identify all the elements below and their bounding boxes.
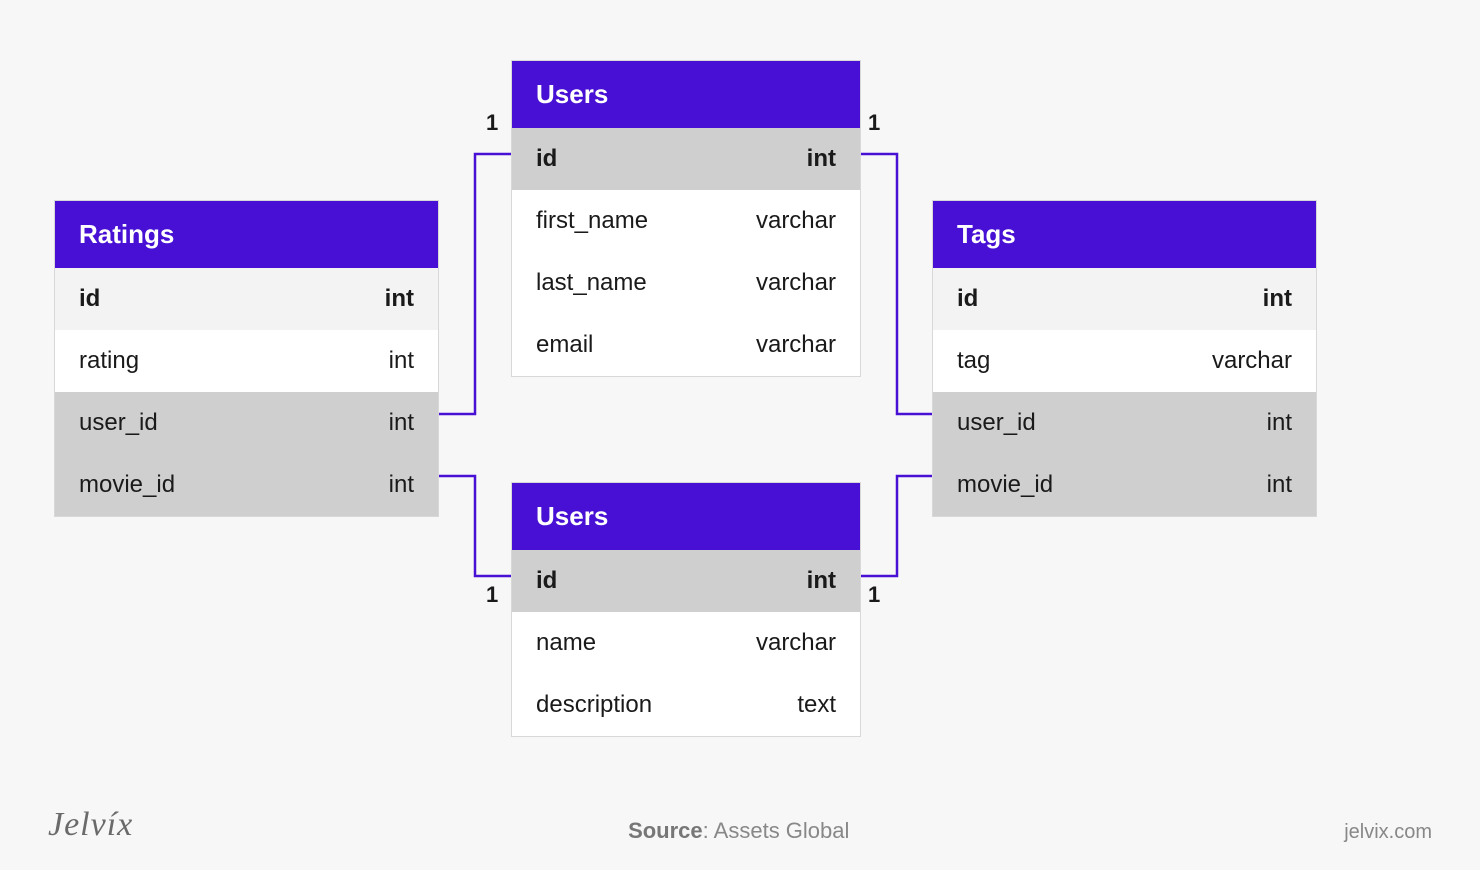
- column-type: int: [1267, 471, 1292, 499]
- table-header-tags: Tags: [933, 201, 1316, 268]
- table-row: id int: [55, 268, 438, 330]
- column-name: first_name: [536, 207, 648, 235]
- column-name: user_id: [79, 409, 158, 437]
- column-name: movie_id: [957, 471, 1053, 499]
- column-name: rating: [79, 347, 139, 375]
- jelvix-logo: Jelvíx: [48, 806, 133, 844]
- table-header-ratings: Ratings: [55, 201, 438, 268]
- table-row: description text: [512, 674, 860, 736]
- column-name: tag: [957, 347, 990, 375]
- table-header-users-top: Users: [512, 61, 860, 128]
- column-type: varchar: [756, 269, 836, 297]
- table-row: rating int: [55, 330, 438, 392]
- column-name: id: [536, 567, 557, 595]
- table-users-bottom: Users id int name varchar description te…: [511, 482, 861, 737]
- site-url: jelvix.com: [1344, 821, 1432, 844]
- column-type: int: [389, 409, 414, 437]
- column-type: int: [1263, 285, 1292, 313]
- table-row: id int: [512, 128, 860, 190]
- table-header-users-bottom: Users: [512, 483, 860, 550]
- source-label: Source: [628, 818, 703, 843]
- cardinality-1a: 1: [486, 110, 498, 136]
- column-type: int: [389, 347, 414, 375]
- table-row: movie_id int: [933, 454, 1316, 516]
- column-type: text: [797, 691, 836, 719]
- source-credit: Source: Assets Global: [133, 818, 1344, 844]
- table-row: first_name varchar: [512, 190, 860, 252]
- cardinality-1c: 1: [486, 582, 498, 608]
- table-row: name varchar: [512, 612, 860, 674]
- column-type: int: [807, 567, 836, 595]
- column-name: user_id: [957, 409, 1036, 437]
- source-value: Assets Global: [714, 818, 850, 843]
- column-type: varchar: [756, 331, 836, 359]
- column-type: varchar: [1212, 347, 1292, 375]
- footer: Jelvíx Source: Assets Global jelvix.com: [0, 806, 1480, 844]
- table-tags: Tags id int tag varchar user_id int movi…: [932, 200, 1317, 517]
- column-name: id: [79, 285, 100, 313]
- column-name: email: [536, 331, 593, 359]
- table-row: last_name varchar: [512, 252, 860, 314]
- table-row: id int: [512, 550, 860, 612]
- table-row: tag varchar: [933, 330, 1316, 392]
- column-type: varchar: [756, 207, 836, 235]
- column-type: int: [385, 285, 414, 313]
- table-ratings: Ratings id int rating int user_id int mo…: [54, 200, 439, 517]
- column-name: last_name: [536, 269, 647, 297]
- table-row: email varchar: [512, 314, 860, 376]
- column-name: id: [957, 285, 978, 313]
- column-type: int: [389, 471, 414, 499]
- er-diagram-canvas: 1 1 1 1 Ratings id int rating int user_i…: [0, 0, 1480, 870]
- column-type: int: [807, 145, 836, 173]
- table-row: user_id int: [933, 392, 1316, 454]
- table-row: user_id int: [55, 392, 438, 454]
- table-row: id int: [933, 268, 1316, 330]
- column-name: id: [536, 145, 557, 173]
- column-name: description: [536, 691, 652, 719]
- column-name: movie_id: [79, 471, 175, 499]
- cardinality-1b: 1: [868, 110, 880, 136]
- column-type: varchar: [756, 629, 836, 657]
- cardinality-1d: 1: [868, 582, 880, 608]
- table-users-top: Users id int first_name varchar last_nam…: [511, 60, 861, 377]
- column-type: int: [1267, 409, 1292, 437]
- column-name: name: [536, 629, 596, 657]
- table-row: movie_id int: [55, 454, 438, 516]
